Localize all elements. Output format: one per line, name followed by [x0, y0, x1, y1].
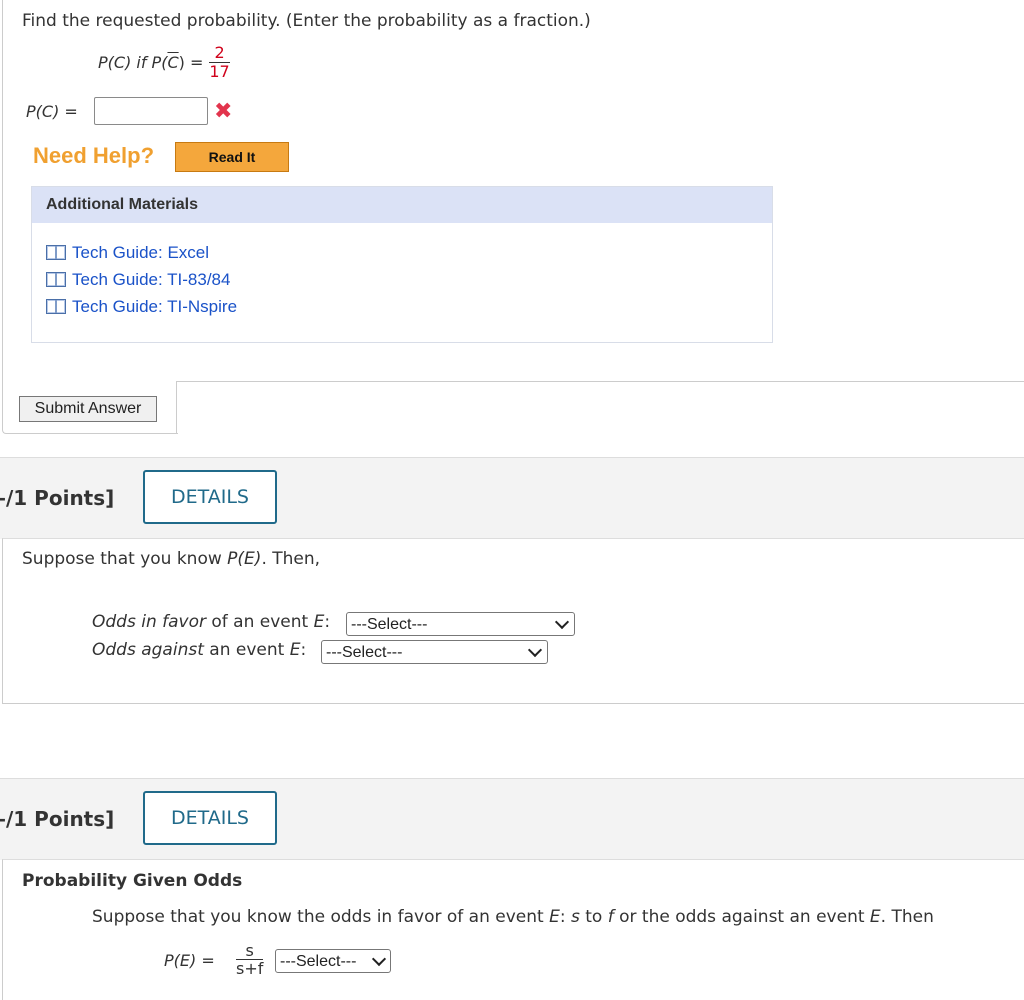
given-suffix: ) = — [178, 53, 204, 72]
submit-answer-label: Submit Answer — [34, 400, 142, 417]
event-var: E — [549, 907, 560, 927]
intro-text: . Then, — [261, 549, 321, 569]
question-instruction: Find the requested probability. (Enter t… — [22, 11, 591, 31]
points-label: –/1 Points] — [0, 486, 115, 510]
tech-guide-label: Tech Guide: Excel — [72, 243, 210, 262]
formula-fraction: s s+f — [236, 941, 264, 978]
text: . Then — [880, 907, 934, 927]
question-title: Probability Given Odds — [22, 871, 243, 891]
given-expression: P(C) if P(C) = 2 17 — [98, 44, 230, 81]
fraction-denominator: s+f — [236, 959, 264, 978]
odds-in-favor-label: Odds in favor — [92, 612, 206, 632]
given-prefix: P(C) if P( — [98, 53, 168, 72]
fraction-denominator: 17 — [209, 62, 230, 81]
colon: : — [300, 640, 307, 660]
success-var: s — [570, 907, 580, 927]
tech-guide-tinspire-link[interactable]: Tech Guide: TI-Nspire — [46, 297, 237, 317]
question-intro: Suppose that you know P(E). Then, — [22, 549, 320, 569]
odds-in-favor-select[interactable]: ---Select--- — [346, 612, 575, 636]
tech-guide-ti83-link[interactable]: Tech Guide: TI-83/84 — [46, 270, 230, 290]
need-help-label: Need Help? — [33, 143, 155, 168]
given-fraction: 2 17 — [209, 43, 230, 81]
tech-guide-label: Tech Guide: TI-83/84 — [72, 270, 231, 289]
fraction-numerator: 2 — [214, 43, 225, 62]
divider — [176, 381, 1024, 382]
x-mark-icon: ✖ — [214, 99, 233, 124]
details-button[interactable]: DETAILS — [143, 791, 277, 845]
additional-materials-title: Additional Materials — [32, 187, 772, 223]
read-it-label: Read It — [208, 149, 256, 165]
divider — [176, 381, 177, 433]
points-label: –/1 Points] — [0, 807, 115, 831]
details-button[interactable]: DETAILS — [143, 470, 277, 524]
question-text: Suppose that you know the odds in favor … — [92, 907, 934, 927]
event-var: E — [313, 612, 325, 632]
event-var: E — [289, 640, 301, 660]
text: or the odds against an event — [613, 907, 870, 927]
complement-letter: C — [167, 53, 179, 72]
answer-input[interactable] — [94, 97, 208, 125]
details-label: DETAILS — [170, 807, 249, 829]
tech-guide-excel-link[interactable]: Tech Guide: Excel — [46, 243, 209, 263]
text: Suppose that you know the odds in favor … — [92, 907, 550, 927]
odds-against-select[interactable]: ---Select--- — [321, 640, 548, 664]
details-label: DETAILS — [170, 486, 249, 508]
intro-math: P(E) — [227, 549, 262, 569]
odds-in-favor-row: Odds in favor of an event E: — [92, 612, 330, 632]
read-it-button[interactable]: Read It — [175, 142, 289, 172]
additional-materials-box: Additional Materials Tech Guide: Excel T… — [31, 186, 773, 343]
answer-label: P(C) = — [26, 102, 78, 121]
book-icon — [46, 299, 66, 314]
intro-text: Suppose that you know — [22, 549, 228, 569]
tech-guide-label: Tech Guide: TI-Nspire — [72, 297, 238, 316]
fraction-numerator: s — [245, 941, 254, 960]
odds-against-label: Odds against — [92, 640, 204, 660]
formula-select[interactable]: ---Select--- — [275, 949, 391, 973]
submit-answer-button[interactable]: Submit Answer — [19, 396, 157, 422]
odds-against-row: Odds against an event E: — [92, 640, 306, 660]
formula-label: P(E) = — [164, 951, 215, 970]
event-var: E — [869, 907, 881, 927]
colon: : — [324, 612, 331, 632]
text: : — [559, 907, 571, 927]
row-text: of an event — [205, 612, 314, 632]
book-icon — [46, 245, 66, 260]
row-text: an event — [203, 640, 290, 660]
book-icon — [46, 272, 66, 287]
text: to — [579, 907, 608, 927]
